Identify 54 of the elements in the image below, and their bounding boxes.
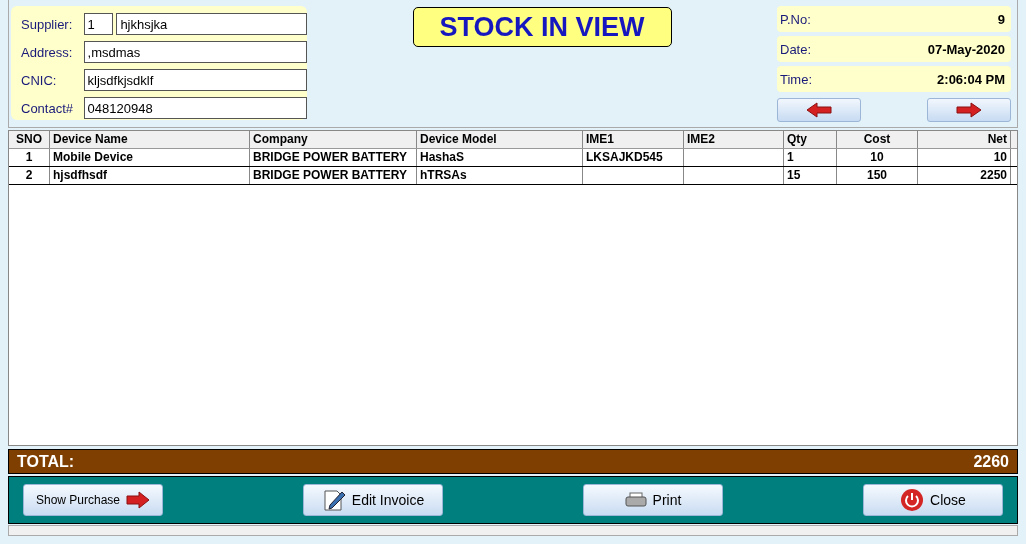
- info-label: P.No:: [780, 11, 811, 27]
- power-icon: [900, 488, 925, 512]
- table-cell: hjsdfhsdf: [50, 167, 250, 184]
- table-cell: 1: [9, 149, 50, 166]
- total-label: TOTAL:: [17, 452, 75, 471]
- table-cell: BRIDGE POWER BATTERY: [250, 167, 417, 184]
- supplier-name-field[interactable]: hjkhsjka: [116, 13, 307, 35]
- table-cell: BRIDGE POWER BATTERY: [250, 149, 417, 166]
- field-label: Contact#: [21, 100, 75, 116]
- input-field[interactable]: ,msdmas: [83, 41, 307, 63]
- field-label: CNIC:: [21, 72, 58, 88]
- right-arrow-icon: [126, 491, 150, 509]
- column-header[interactable]: IME2: [684, 131, 784, 148]
- column-header[interactable]: Net: [918, 131, 1011, 148]
- total-value: 2260: [973, 452, 1009, 471]
- field-label: Supplier:: [21, 16, 74, 32]
- column-header[interactable]: IME1: [583, 131, 684, 148]
- table-cell: 10: [837, 149, 918, 166]
- next-button[interactable]: [927, 98, 1011, 122]
- table-cell: 1: [784, 149, 837, 166]
- left-arrow-icon: [806, 102, 832, 118]
- table-cell: 2: [9, 167, 50, 184]
- info-value: 07-May-2020: [927, 41, 1005, 57]
- printer-icon: [624, 492, 647, 508]
- supplier-code-field[interactable]: 1: [83, 13, 114, 35]
- input-field[interactable]: 048120948: [83, 97, 307, 119]
- info-value: 2:06:04 PM: [937, 71, 1005, 87]
- action-button[interactable]: Close: [863, 484, 1003, 516]
- table-cell: 10: [918, 149, 1011, 166]
- info-value: 9: [997, 11, 1005, 27]
- table-cell: Mobile Device: [50, 149, 250, 166]
- table-cell: 15: [784, 167, 837, 184]
- action-button[interactable]: Edit Invoice: [303, 484, 443, 516]
- column-header[interactable]: Device Model: [417, 131, 583, 148]
- action-button[interactable]: Print: [583, 484, 723, 516]
- info-label: Date:: [780, 41, 812, 57]
- info-label: Time:: [780, 71, 813, 87]
- page-title: STOCK IN VIEW: [412, 7, 672, 47]
- action-button[interactable]: Show Purchase: [23, 484, 163, 516]
- table-cell: 150: [837, 167, 918, 184]
- previous-button[interactable]: [777, 98, 861, 122]
- table-cell: hTRSAs: [417, 167, 583, 184]
- column-header[interactable]: SNO: [9, 131, 50, 148]
- edit-icon: [321, 488, 346, 512]
- column-header[interactable]: Company: [250, 131, 417, 148]
- table-cell: LKSAJKD545: [583, 149, 684, 166]
- column-header[interactable]: Qty: [784, 131, 837, 148]
- field-label: Address:: [21, 44, 74, 60]
- table-cell: 2250: [918, 167, 1011, 184]
- table-cell: HashaS: [417, 149, 583, 166]
- column-header[interactable]: Device Name: [50, 131, 250, 148]
- input-field[interactable]: kljsdfkjsdklf: [83, 69, 307, 91]
- column-header[interactable]: Cost: [837, 131, 918, 148]
- right-arrow-icon: [956, 102, 982, 118]
